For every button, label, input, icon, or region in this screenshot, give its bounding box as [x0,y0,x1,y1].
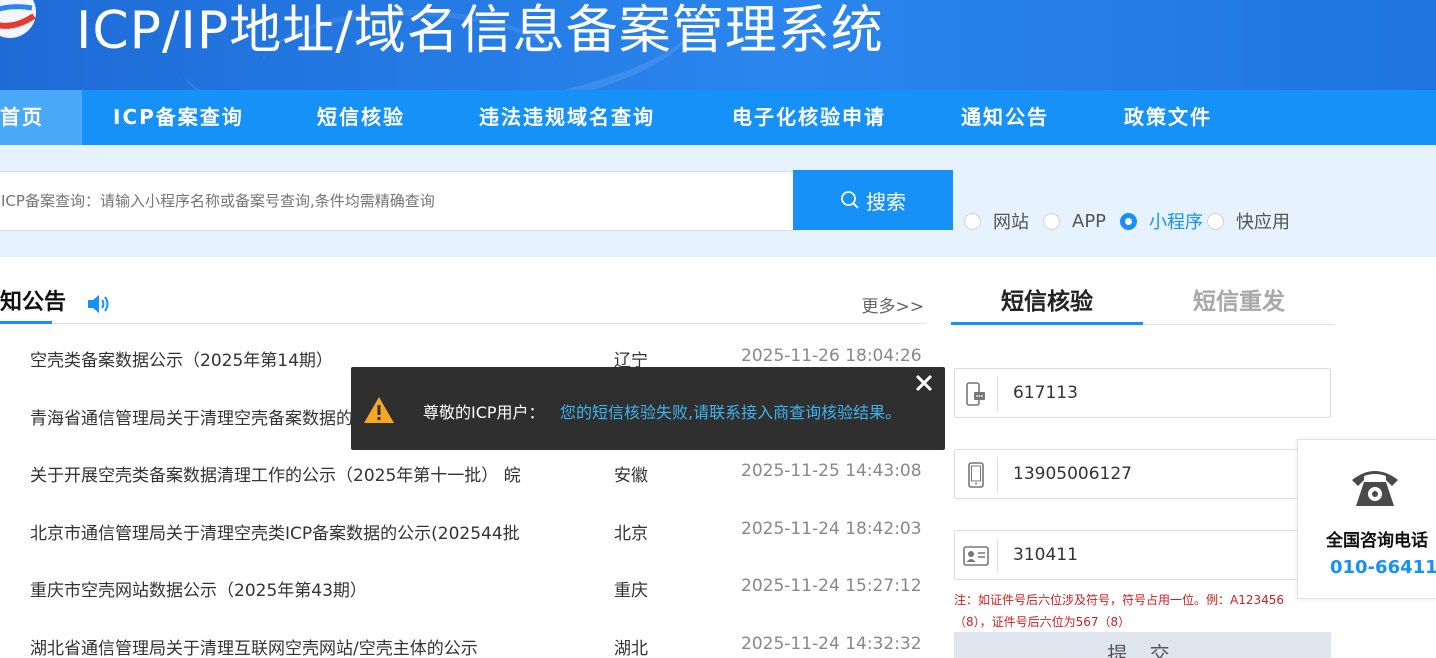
sms-code-field [954,368,1331,418]
hotline-number: 010-66411166 [1330,557,1436,578]
search-input[interactable] [0,171,794,231]
notice-title-underline [0,321,52,324]
speaker-icon [88,295,109,313]
search-button-label: 搜索 [866,189,906,214]
error-toast: 尊敬的ICP用户： 您的短信核验失败,请联系接入商查询核验结果。 [351,367,945,450]
tab-sms-resend[interactable]: 短信重发 [1143,282,1335,316]
notice-item-title[interactable]: 北京市通信管理局关于清理空壳类ICP备案数据的公示(202544批 [30,519,520,544]
notice-item-date: 2025-11-25 14:43:08 [741,461,922,481]
notice-item-title[interactable]: 湖北省通信管理局关于清理互联网空壳网站/空壳主体的公示 [30,634,478,658]
radio-label: 小程序 [1149,212,1204,233]
id-card-field [954,530,1331,580]
radio-dot [964,212,981,230]
id-card-icon [955,538,998,574]
notice-item-region: 安徽 [614,466,648,486]
id-hint-text: 注：如证件号后六位涉及符号，符号占用一位。例：A123456（8），证件号后六位… [954,593,1285,629]
hotline-card: 全国咨询电话 010-66411166 [1297,439,1436,599]
id-input[interactable] [1013,531,1313,579]
nav-item-policy[interactable]: 政策文件 [1124,90,1212,145]
notice-item-date: 2025-11-24 15:27:12 [741,576,922,596]
notice-item-date: 2025-11-26 18:04:26 [741,346,922,366]
sms-code-input[interactable] [1013,369,1313,417]
list-item[interactable]: 湖北省通信管理局关于清理互联网空壳网站/空壳主体的公示 湖北 2025-11-2… [0,618,926,658]
warning-icon [364,397,394,423]
radio-label: 快应用 [1236,212,1291,233]
notice-item-title[interactable]: 重庆市空壳网站数据公示（2025年第43期） [30,576,367,601]
mobile-phone-icon [955,457,998,493]
nav-item-icp-query[interactable]: ICP备案查询 [113,90,244,145]
notice-item-region: 湖北 [614,638,648,658]
notice-item-title[interactable]: 青海省通信管理局关于清理空壳备案数据的 [30,404,353,429]
notice-title: 知公告 [0,290,67,315]
notice-item-region: 重庆 [614,581,648,601]
search-button[interactable]: 搜索 [793,170,953,230]
nav-item-sms-verify[interactable]: 短信核验 [317,90,405,145]
hotline-label: 全国咨询电话 [1326,531,1428,551]
notice-item-title[interactable]: 空壳类备案数据公示（2025年第14期） [30,346,333,371]
radio-mini-program[interactable]: 小程序 [1120,208,1203,234]
sms-tabs: 短信核验 短信重发 [951,282,1335,325]
submit-button[interactable]: 提 交 [954,632,1331,658]
logo-icon [0,0,36,38]
phone-field [954,449,1331,499]
site-title: ICP/IP地址/域名信息备案管理系统 [76,1,884,61]
header-banner: ICP/IP地址/域名信息备案管理系统 [0,0,1436,90]
toast-message: 您的短信核验失败,请联系接入商查询核验结果。 [560,403,902,422]
nav-item-notices[interactable]: 通知公告 [961,90,1049,145]
notice-item-date: 2025-11-24 18:42:03 [741,518,922,539]
list-item[interactable]: 关于开展空壳类备案数据清理工作的公示（2025年第十一批） 皖 安徽 2025-… [0,445,926,503]
nav-item-e-verify[interactable]: 电子化核验申请 [732,90,886,145]
main-nav: 首页 ICP备案查询 短信核验 违法违规域名查询 电子化核验申请 通知公告 政策… [0,90,1436,145]
notice-item-title[interactable]: 关于开展空壳类备案数据清理工作的公示（2025年第十一批） 皖 [30,461,521,486]
notice-item-region: 北京 [614,523,648,544]
radio-dot [1043,212,1060,230]
more-link[interactable]: 更多>> [862,292,925,317]
radio-dot [1120,212,1138,230]
close-icon[interactable] [914,373,934,393]
radio-quick-app[interactable]: 快应用 [1207,208,1290,234]
list-item[interactable]: 北京市通信管理局关于清理空壳类ICP备案数据的公示(202544批 北京 202… [0,503,926,561]
nav-item-home[interactable]: 首页 [0,90,82,145]
nav-item-illegal-domain[interactable]: 违法违规域名查询 [479,90,655,145]
phone-input[interactable] [1013,450,1313,498]
radio-dot [1207,212,1225,230]
radio-app[interactable]: APP [1043,211,1106,232]
radio-label: 网站 [993,212,1029,233]
telephone-icon [1352,471,1398,506]
search-icon [841,191,859,209]
toast-lead: 尊敬的ICP用户： [423,403,545,422]
search-type-group: 网站 APP 小程序 快应用 [964,208,1304,234]
notice-header: 知公告 更多>> [0,284,926,324]
radio-label: APP [1072,210,1107,232]
search-section: 搜索 网站 APP 小程序 快应用 [0,145,1436,257]
radio-website[interactable]: 网站 [964,208,1029,234]
message-phone-icon [955,376,998,412]
list-item[interactable]: 重庆市空壳网站数据公示（2025年第43期） 重庆 2025-11-24 15:… [0,560,926,618]
tab-sms-verify[interactable]: 短信核验 [951,282,1143,325]
notice-item-date: 2025-11-24 14:32:32 [741,633,922,654]
